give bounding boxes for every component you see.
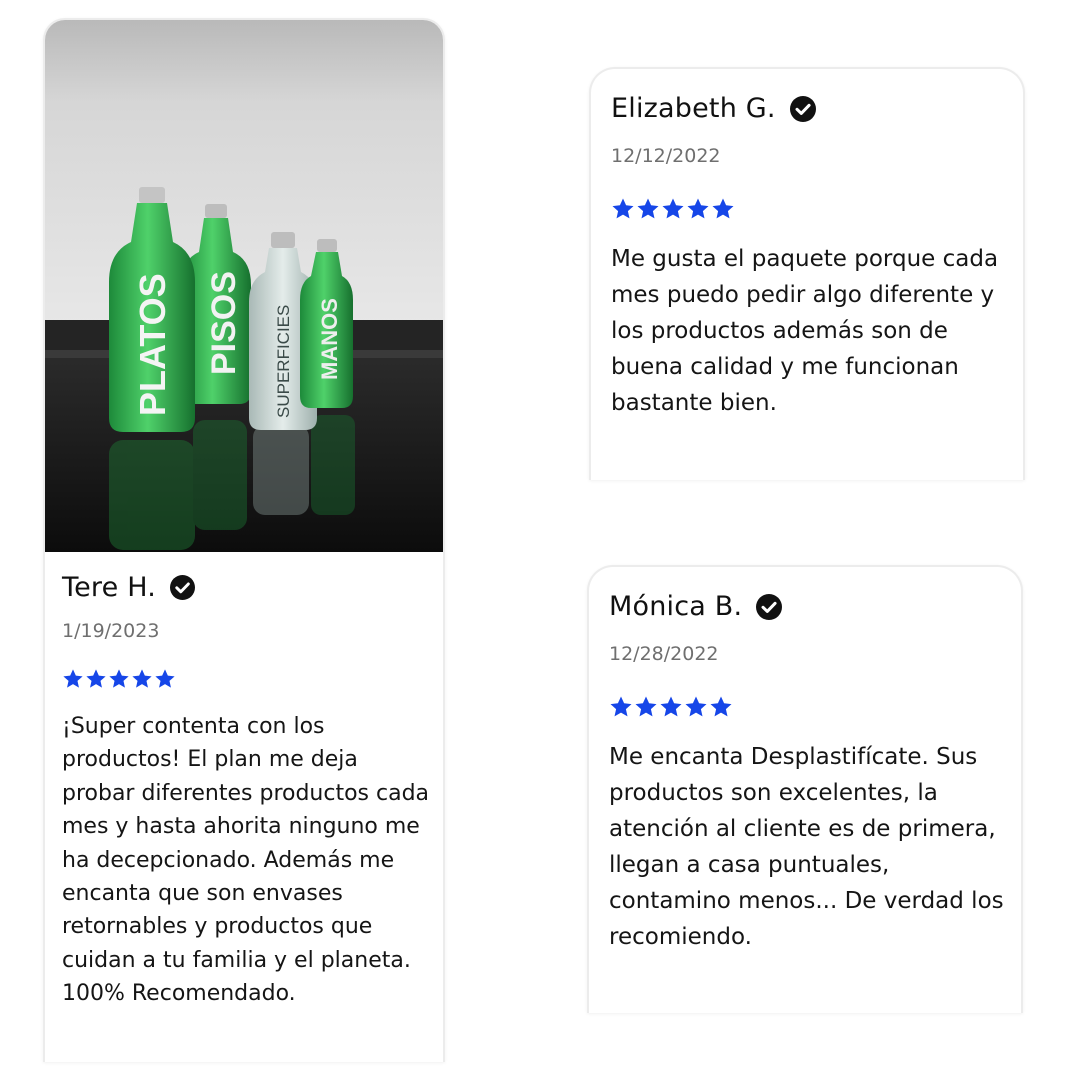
review-text: Me encanta Desplastifícate. Sus producto… xyxy=(609,744,1004,950)
reviewer-row: Mónica B. xyxy=(609,591,783,622)
review-photo: PISOS PLATOS SUPERFICIES MANOS xyxy=(45,20,443,552)
reviewer-name: Elizabeth G. xyxy=(611,93,776,124)
star-icon xyxy=(660,696,682,717)
review-text: Me gusta el paquete porque cada mes pued… xyxy=(611,246,999,416)
star-icon xyxy=(685,696,707,717)
reviewer-row: Tere H. xyxy=(62,572,196,603)
svg-text:SUPERFICIES: SUPERFICIES xyxy=(274,305,293,418)
reviewer-name: Tere H. xyxy=(62,572,157,603)
star-icon xyxy=(63,669,83,688)
verified-check-icon xyxy=(789,95,816,122)
reviewer-name: Mónica B. xyxy=(609,591,743,622)
star-icon xyxy=(637,198,659,219)
reviewer-row: Elizabeth G. xyxy=(611,93,816,124)
review-date: 1/19/2023 xyxy=(62,620,160,642)
star-icon xyxy=(610,696,632,717)
svg-text:PISOS: PISOS xyxy=(205,271,243,375)
svg-text:MANOS: MANOS xyxy=(317,298,342,380)
review-date: 12/12/2022 xyxy=(611,145,721,167)
star-icon xyxy=(662,198,684,219)
star-rating xyxy=(611,197,735,221)
star-icon xyxy=(86,669,106,688)
verified-check-icon xyxy=(170,575,196,600)
review-card-tere: PISOS PLATOS SUPERFICIES MANOS Tere H. 1… xyxy=(43,18,445,1062)
review-text: ¡Super contenta con los productos! El pl… xyxy=(62,714,430,1007)
svg-text:PLATOS: PLATOS xyxy=(132,273,173,416)
star-icon xyxy=(710,696,732,717)
star-icon xyxy=(635,696,657,717)
star-icon xyxy=(109,669,129,688)
star-icon xyxy=(612,198,634,219)
review-date: 12/28/2022 xyxy=(609,643,719,665)
star-rating xyxy=(62,668,176,690)
review-card-elizabeth: Elizabeth G. 12/12/2022 Me gusta el paqu… xyxy=(589,67,1025,480)
star-icon xyxy=(155,669,175,688)
star-icon xyxy=(687,198,709,219)
star-icon xyxy=(132,669,152,688)
star-icon xyxy=(712,198,734,219)
review-card-monica: Mónica B. 12/28/2022 Me encanta Desplast… xyxy=(587,565,1023,1013)
verified-check-icon xyxy=(756,593,783,620)
star-rating xyxy=(609,695,733,719)
